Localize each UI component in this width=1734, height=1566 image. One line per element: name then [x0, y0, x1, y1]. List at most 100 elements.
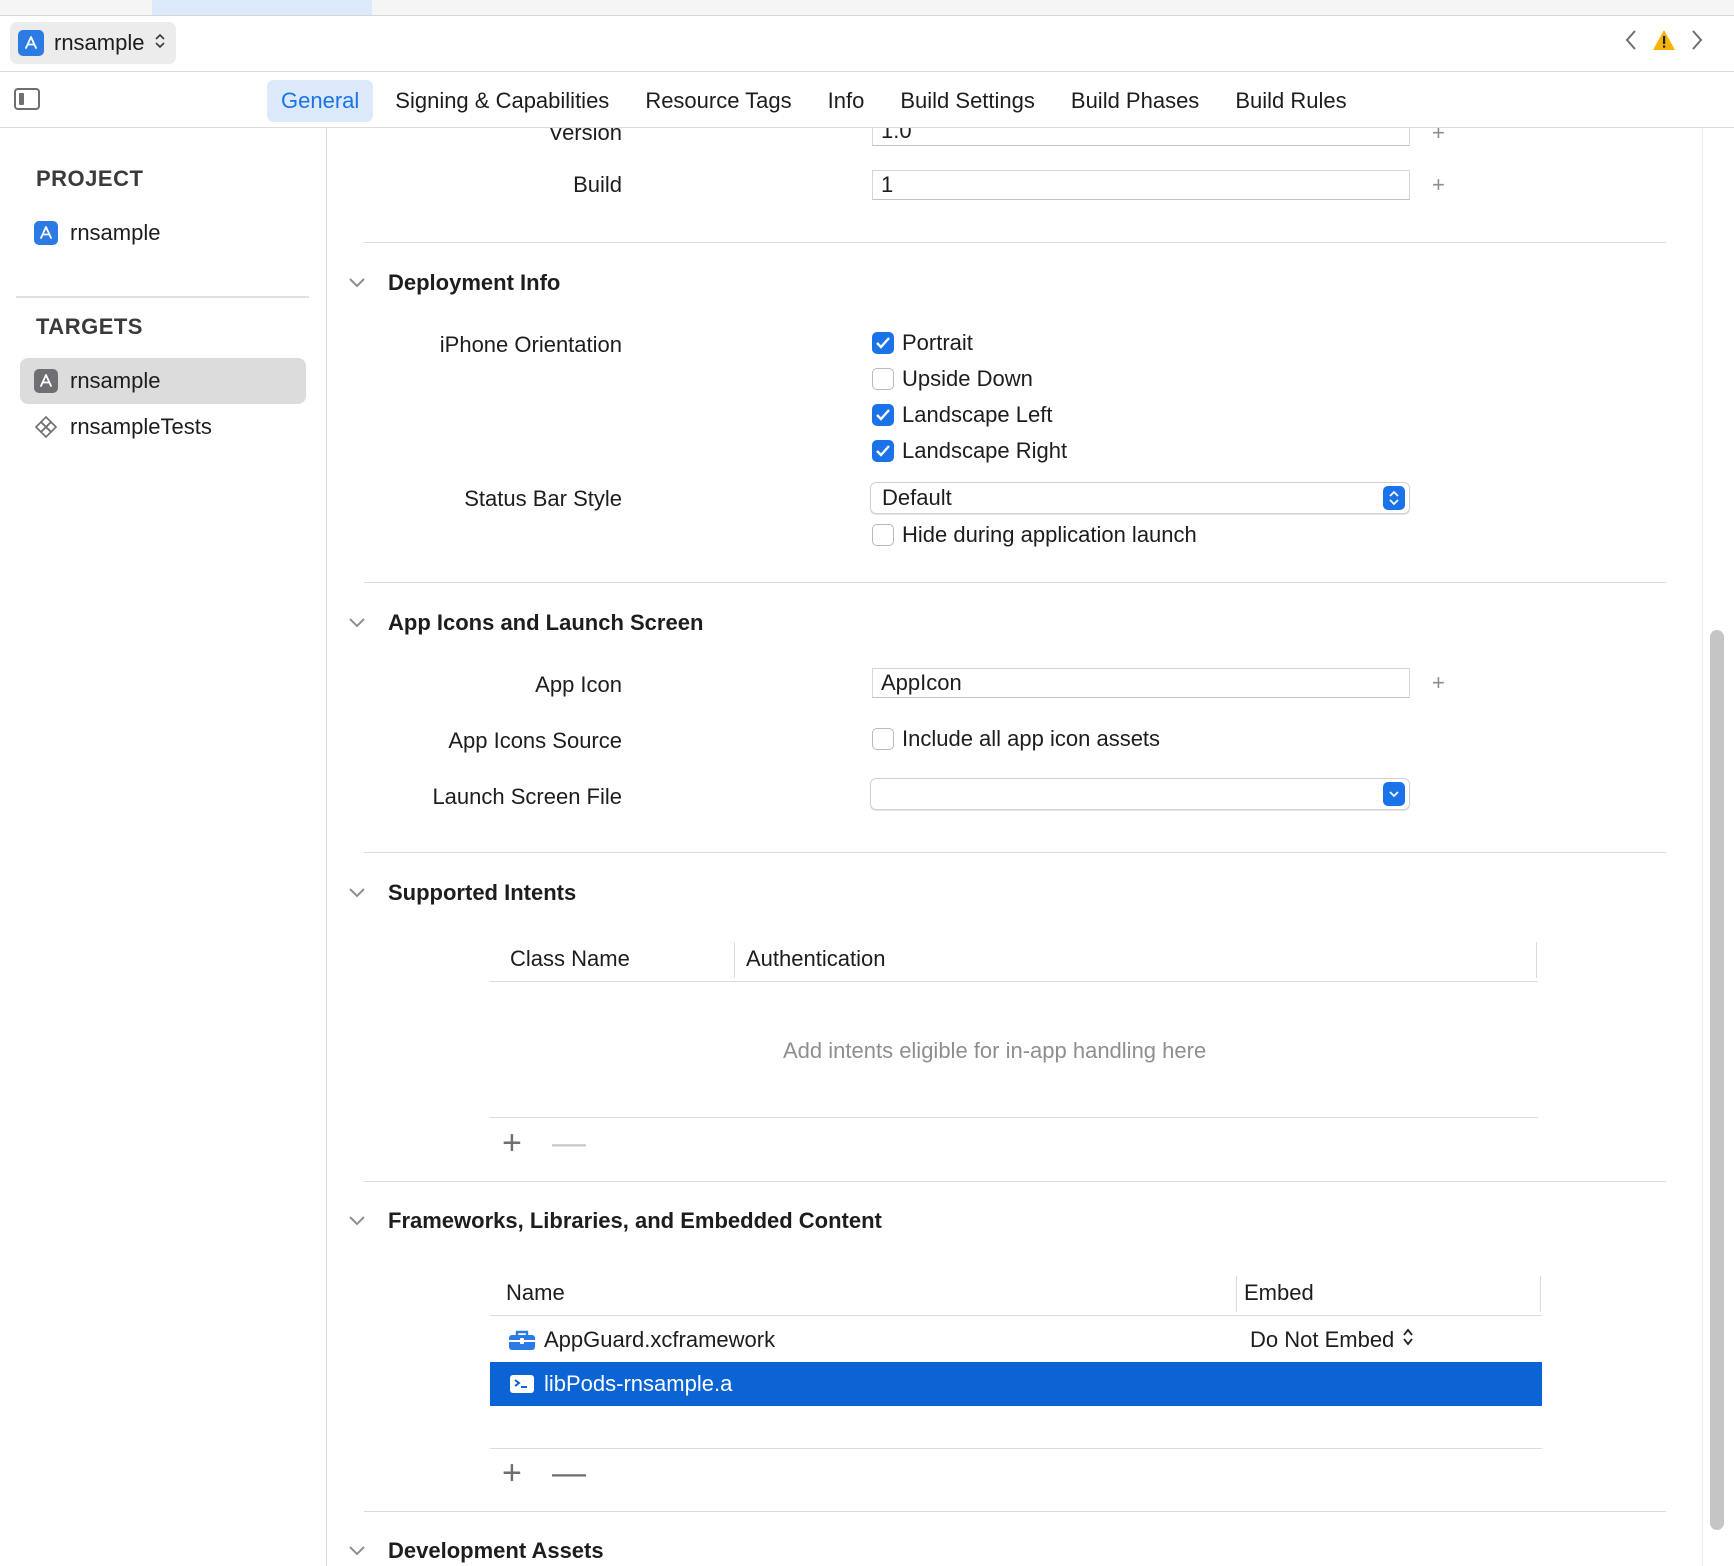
disclosure-chevron-icon — [348, 277, 366, 289]
orientation-portrait[interactable]: Portrait — [872, 330, 973, 356]
remove-intent-button[interactable]: — — [552, 1126, 586, 1160]
app-icon-add-icon[interactable]: + — [1432, 670, 1445, 696]
sidebar-toggle-icon[interactable] — [14, 88, 40, 110]
framework-row-selected[interactable]: libPods-rnsample.a — [490, 1362, 1542, 1406]
framework-toolbox-icon — [508, 1329, 536, 1351]
include-app-icon-assets-option[interactable]: Include all app icon assets — [872, 726, 1160, 752]
section-divider — [364, 242, 1666, 243]
version-add-icon[interactable]: + — [1432, 128, 1445, 146]
column-separator — [1236, 1276, 1237, 1312]
up-down-chevron-icon — [154, 30, 166, 56]
tab-general[interactable]: General — [267, 80, 374, 122]
checkbox-label: Hide during application launch — [902, 522, 1197, 547]
intents-empty-message: Add intents eligible for in-app handling… — [783, 1038, 1207, 1063]
table-bottom-divider — [490, 1448, 1542, 1449]
column-class-name[interactable]: Class Name — [510, 936, 630, 982]
app-icon-field[interactable]: AppIcon — [872, 668, 1410, 698]
section-divider — [364, 582, 1666, 583]
tab-info[interactable]: Info — [814, 80, 879, 122]
checkbox-unchecked-icon[interactable] — [872, 368, 894, 390]
checkbox-label: Portrait — [902, 330, 973, 355]
section-divider — [364, 1511, 1666, 1512]
add-framework-button[interactable]: + — [502, 1456, 522, 1490]
test-bundle-icon — [34, 415, 58, 439]
checkbox-unchecked-icon[interactable] — [872, 524, 894, 546]
deployment-info-header[interactable]: Deployment Info — [348, 270, 560, 296]
column-separator — [1540, 1276, 1541, 1312]
section-title: Supported Intents — [388, 880, 577, 905]
orientation-landscape-right[interactable]: Landscape Right — [872, 438, 1067, 464]
editor-nav — [1624, 28, 1704, 52]
column-separator — [1536, 942, 1537, 978]
framework-name: libPods-rnsample.a — [544, 1371, 733, 1396]
intents-table-header: Class Name Authentication — [490, 936, 1538, 982]
tab-build-rules[interactable]: Build Rules — [1221, 80, 1360, 122]
column-embed[interactable]: Embed — [1244, 1270, 1314, 1316]
editor-tabs-bar: General Signing & Capabilities Resource … — [0, 72, 1734, 128]
back-chevron-icon[interactable] — [1624, 28, 1638, 52]
project-section-title: PROJECT — [36, 166, 144, 191]
version-field[interactable]: 1.0 — [872, 128, 1410, 146]
status-bar-style-popup[interactable]: Default — [870, 482, 1410, 514]
section-divider — [364, 852, 1666, 853]
table-bottom-divider — [490, 1117, 1538, 1118]
sidebar-item-target-rnsampletests[interactable]: rnsampleTests — [20, 404, 306, 450]
sidebar-item-project[interactable]: rnsample — [20, 210, 306, 256]
targets-section-title: TARGETS — [36, 314, 143, 339]
status-bar-style-label: Status Bar Style — [464, 486, 622, 511]
checkbox-label: Include all app icon assets — [902, 726, 1161, 751]
framework-row[interactable]: AppGuard.xcframework Do Not Embed — [490, 1318, 1542, 1362]
disclosure-chevron-icon — [348, 617, 366, 629]
section-title: Development Assets — [388, 1538, 604, 1563]
app-target-icon — [34, 369, 58, 393]
development-assets-header[interactable]: Development Assets — [348, 1538, 604, 1564]
static-library-icon — [508, 1373, 536, 1395]
warning-icon[interactable] — [1652, 29, 1676, 51]
sidebar-divider — [16, 296, 309, 298]
checkbox-label: Landscape Right — [902, 438, 1068, 463]
app-icon-label: App Icon — [535, 672, 622, 697]
supported-intents-header[interactable]: Supported Intents — [348, 880, 576, 906]
tab-signing-capabilities[interactable]: Signing & Capabilities — [381, 80, 623, 122]
forward-chevron-icon[interactable] — [1690, 28, 1704, 52]
sidebar-item-target-rnsample[interactable]: rnsample — [20, 358, 306, 404]
app-target-icon — [18, 30, 44, 56]
scheme-selector[interactable]: rnsample — [10, 22, 177, 64]
section-title: Frameworks, Libraries, and Embedded Cont… — [388, 1208, 882, 1233]
section-divider — [364, 1181, 1666, 1182]
column-separator — [734, 942, 735, 978]
tab-build-phases[interactable]: Build Phases — [1057, 80, 1213, 122]
checkbox-checked-icon[interactable] — [872, 440, 894, 462]
launch-screen-file-popup[interactable] — [870, 778, 1410, 810]
column-authentication[interactable]: Authentication — [746, 936, 885, 982]
build-label: Build — [573, 172, 622, 197]
checkbox-checked-icon[interactable] — [872, 404, 894, 426]
project-icon — [34, 221, 58, 245]
checkbox-checked-icon[interactable] — [872, 332, 894, 354]
tab-resource-tags[interactable]: Resource Tags — [631, 80, 805, 122]
framework-name: AppGuard.xcframework — [544, 1327, 776, 1352]
embed-popup[interactable]: Do Not Embed — [1250, 1327, 1414, 1353]
checkbox-unchecked-icon[interactable] — [872, 728, 894, 750]
hide-status-bar-option[interactable]: Hide during application launch — [872, 522, 1197, 548]
disclosure-chevron-icon — [348, 1545, 366, 1557]
launch-screen-file-label: Launch Screen File — [432, 784, 622, 809]
frameworks-header[interactable]: Frameworks, Libraries, and Embedded Cont… — [348, 1208, 882, 1234]
column-name[interactable]: Name — [506, 1270, 565, 1316]
orientation-upside-down[interactable]: Upside Down — [872, 366, 1033, 392]
iphone-orientation-label: iPhone Orientation — [439, 332, 622, 357]
checkbox-label: Landscape Left — [902, 402, 1053, 427]
chevron-down-icon — [1383, 782, 1405, 806]
build-field[interactable]: 1 — [872, 170, 1410, 200]
remove-framework-button[interactable]: — — [552, 1456, 586, 1490]
active-window-tab[interactable] — [152, 0, 372, 15]
app-icons-header[interactable]: App Icons and Launch Screen — [348, 610, 703, 636]
orientation-landscape-left[interactable]: Landscape Left — [872, 402, 1052, 428]
tab-build-settings[interactable]: Build Settings — [886, 80, 1049, 122]
settings-tabs: General Signing & Capabilities Resource … — [267, 80, 1361, 122]
section-title: Deployment Info — [388, 270, 561, 295]
add-intent-button[interactable]: + — [502, 1126, 522, 1160]
build-add-icon[interactable]: + — [1432, 172, 1445, 198]
disclosure-chevron-icon — [348, 887, 366, 899]
section-title: App Icons and Launch Screen — [388, 610, 704, 635]
